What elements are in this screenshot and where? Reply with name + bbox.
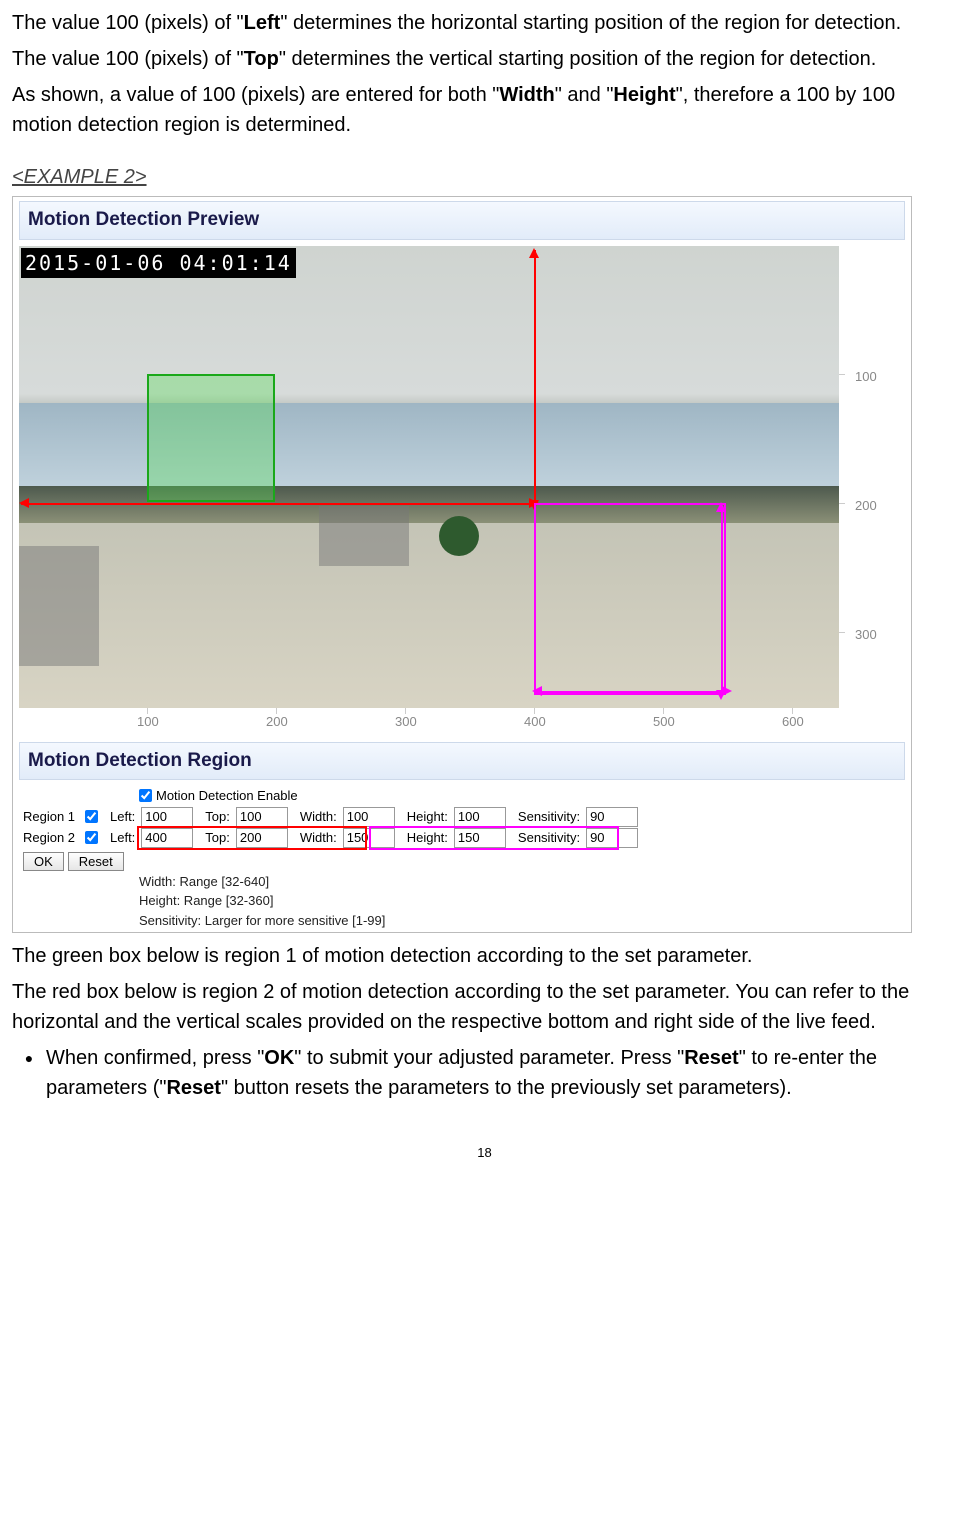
region1-checkbox[interactable] bbox=[85, 810, 98, 823]
preview-area: 2015-01-06 04:01:14 100 200 300 400 500 bbox=[19, 246, 895, 716]
region1-row: Region 1 Left: Top: Width: Height: Sensi… bbox=[19, 807, 905, 827]
region2-height-input[interactable] bbox=[454, 828, 506, 848]
bold-left: Left bbox=[244, 12, 281, 34]
region1-left-input[interactable] bbox=[141, 807, 193, 827]
intro-wh-paragraph: As shown, a value of 100 (pixels) are en… bbox=[12, 80, 957, 140]
label-width: Width: bbox=[300, 828, 337, 848]
timestamp-overlay: 2015-01-06 04:01:14 bbox=[21, 248, 296, 278]
region2-top-input[interactable] bbox=[236, 828, 288, 848]
preview-header: Motion Detection Preview bbox=[19, 201, 905, 240]
region1-label: Region 1 bbox=[23, 807, 81, 827]
after-text: The green box below is region 1 of motio… bbox=[12, 941, 957, 1103]
bold-ok: OK bbox=[264, 1047, 294, 1069]
label-sensitivity: Sensitivity: bbox=[518, 807, 580, 827]
region2-row: Region 2 Left: Top: Width: Height: Sensi… bbox=[19, 828, 905, 848]
arrow-head-icon bbox=[19, 498, 29, 508]
arrow-head-icon bbox=[716, 690, 726, 700]
ok-button[interactable]: OK bbox=[23, 852, 64, 871]
label-left: Left: bbox=[110, 828, 135, 848]
screenshot-panel: Motion Detection Preview 2015-01-06 04:0… bbox=[12, 196, 912, 933]
magenta-width-arrow bbox=[536, 691, 724, 693]
x-tick-label: 500 bbox=[653, 712, 675, 732]
region2-width-input[interactable] bbox=[343, 828, 395, 848]
motion-enable-label: Motion Detection Enable bbox=[156, 786, 298, 806]
arrow-head-icon bbox=[532, 686, 542, 696]
region2-checkbox[interactable] bbox=[85, 831, 98, 844]
label-top: Top: bbox=[205, 807, 230, 827]
x-tick-label: 100 bbox=[137, 712, 159, 732]
region-form: Motion Detection Enable Region 1 Left: T… bbox=[19, 786, 905, 930]
bold-reset: Reset bbox=[684, 1047, 738, 1069]
region2-box bbox=[534, 503, 726, 695]
arrow-head-icon bbox=[716, 502, 726, 512]
text: The value 100 (pixels) of " bbox=[12, 48, 244, 70]
x-tick-label: 300 bbox=[395, 712, 417, 732]
y-tick-label: 200 bbox=[855, 496, 877, 516]
text: " and " bbox=[555, 84, 614, 106]
bold-width: Width bbox=[499, 84, 554, 106]
reset-button[interactable]: Reset bbox=[68, 852, 124, 871]
text: The value 100 (pixels) of " bbox=[12, 12, 244, 34]
region1-width-input[interactable] bbox=[343, 807, 395, 827]
text: When confirmed, press " bbox=[46, 1047, 264, 1069]
label-width: Width: bbox=[300, 807, 337, 827]
text: As shown, a value of 100 (pixels) are en… bbox=[12, 84, 499, 106]
bullet-text: When confirmed, press "OK" to submit you… bbox=[46, 1043, 957, 1103]
x-tick-label: 600 bbox=[782, 712, 804, 732]
label-left: Left: bbox=[110, 807, 135, 827]
hint-height: Height: Range [32-360] bbox=[19, 891, 905, 911]
motion-enable-checkbox[interactable] bbox=[139, 789, 152, 802]
page-number: 18 bbox=[12, 1143, 957, 1163]
label-sensitivity: Sensitivity: bbox=[518, 828, 580, 848]
region2-label: Region 2 bbox=[23, 828, 81, 848]
buttons-row: OK Reset bbox=[19, 852, 905, 871]
bold-top: Top bbox=[244, 48, 279, 70]
arrow-head-icon bbox=[529, 248, 539, 258]
intro-top-paragraph: The value 100 (pixels) of "Top" determin… bbox=[12, 44, 957, 74]
magenta-height-arrow bbox=[721, 506, 723, 692]
region1-height-input[interactable] bbox=[454, 807, 506, 827]
after-p1: The green box below is region 1 of motio… bbox=[12, 941, 957, 971]
bullet-icon: ● bbox=[12, 1043, 46, 1103]
bold-reset2: Reset bbox=[166, 1077, 220, 1099]
bullet-item: ● When confirmed, press "OK" to submit y… bbox=[12, 1043, 957, 1103]
label-height: Height: bbox=[407, 807, 448, 827]
after-p2: The red box below is region 2 of motion … bbox=[12, 977, 957, 1037]
hint-sensitivity: Sensitivity: Larger for more sensitive [… bbox=[19, 911, 905, 931]
tick bbox=[839, 632, 845, 633]
text: " to submit your adjusted parameter. Pre… bbox=[294, 1047, 684, 1069]
red-horizontal-arrow bbox=[21, 503, 531, 505]
red-vertical-arrow bbox=[534, 250, 536, 502]
y-tick-label: 100 bbox=[855, 367, 877, 387]
bold-height: Height bbox=[613, 84, 675, 106]
intro-left-paragraph: The value 100 (pixels) of "Left" determi… bbox=[12, 8, 957, 38]
label-top: Top: bbox=[205, 828, 230, 848]
region1-box bbox=[147, 374, 275, 502]
y-tick-label: 300 bbox=[855, 625, 877, 645]
x-tick-label: 400 bbox=[524, 712, 546, 732]
tick bbox=[839, 374, 845, 375]
enable-row: Motion Detection Enable bbox=[19, 786, 905, 806]
region2-sens-input[interactable] bbox=[586, 828, 638, 848]
label-height: Height: bbox=[407, 828, 448, 848]
hint-width: Width: Range [32-640] bbox=[19, 872, 905, 892]
x-tick-label: 200 bbox=[266, 712, 288, 732]
tick bbox=[839, 503, 845, 504]
region1-sens-input[interactable] bbox=[586, 807, 638, 827]
text: " determines the horizontal starting pos… bbox=[280, 12, 901, 34]
example-heading: <EXAMPLE 2> bbox=[12, 162, 957, 192]
region2-left-input[interactable] bbox=[141, 828, 193, 848]
region1-top-input[interactable] bbox=[236, 807, 288, 827]
text: " determines the vertical starting posit… bbox=[279, 48, 876, 70]
text: " button resets the parameters to the pr… bbox=[221, 1077, 792, 1099]
region-header: Motion Detection Region bbox=[19, 742, 905, 781]
